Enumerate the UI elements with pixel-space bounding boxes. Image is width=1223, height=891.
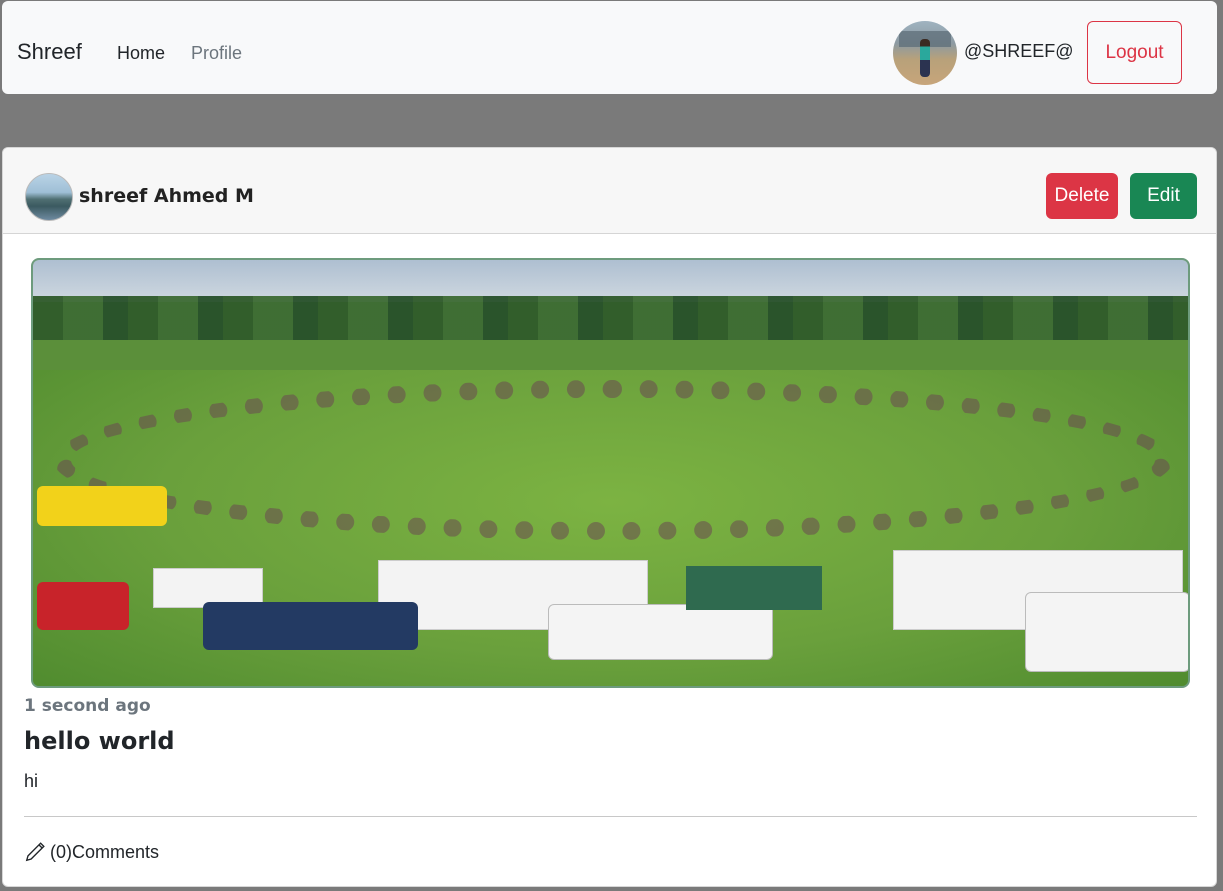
image-van (548, 604, 773, 660)
author-avatar[interactable] (25, 173, 73, 221)
avatar-person-detail (920, 39, 930, 77)
image-van (37, 582, 129, 630)
post-image (31, 258, 1190, 688)
delete-button[interactable]: Delete (1046, 173, 1118, 219)
brand-logo[interactable]: Shreef (17, 39, 82, 65)
nav-link-profile[interactable]: Profile (191, 43, 242, 64)
logout-button[interactable]: Logout (1087, 21, 1182, 84)
edit-button[interactable]: Edit (1130, 173, 1197, 219)
post-body: hi (24, 771, 39, 791)
comments-link[interactable]: (0)Comments (24, 841, 159, 863)
post-card: shreef Ahmed M Delete Edit 1 second ago … (2, 147, 1217, 887)
user-avatar[interactable] (893, 21, 957, 85)
image-van (1025, 592, 1188, 672)
pencil-icon (25, 842, 45, 862)
post-header: shreef Ahmed M Delete Edit (3, 148, 1216, 234)
divider (24, 816, 1197, 817)
image-crowd-ring (53, 380, 1173, 540)
image-van (203, 602, 418, 650)
image-tent (686, 566, 822, 610)
post-timestamp: 1 second ago (24, 696, 151, 716)
nav-link-home[interactable]: Home (117, 43, 165, 64)
username-label: @SHREEF@ (964, 41, 1074, 61)
post-title: hello world (24, 727, 175, 755)
author-name[interactable]: shreef Ahmed M (79, 185, 254, 207)
image-van (37, 486, 167, 526)
comments-label[interactable]: (0)Comments (50, 842, 159, 863)
navbar: Shreef Home Profile @SHREEF@ Logout (2, 1, 1217, 94)
